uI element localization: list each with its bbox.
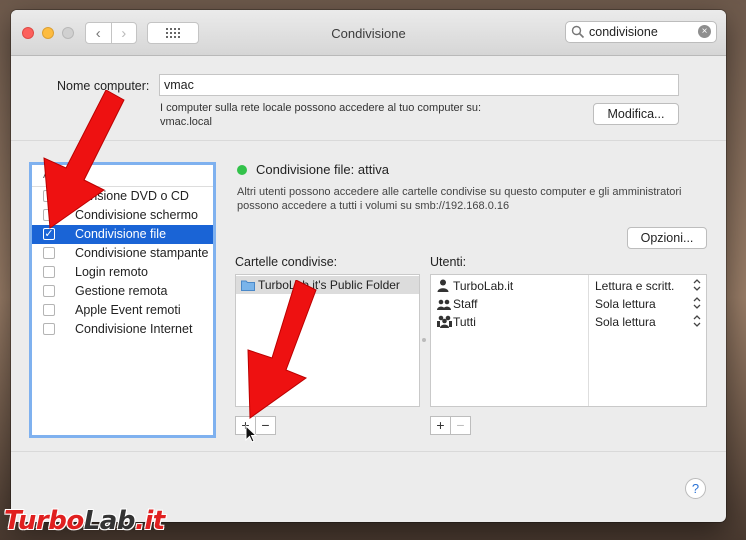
service-label: Login remoto [75, 265, 148, 279]
everyone-icon [437, 315, 452, 328]
computer-name-input[interactable]: vmac [159, 74, 679, 96]
user-row[interactable]: Staff Sola lettura [431, 295, 706, 313]
network-info: I computer sulla rete locale possono acc… [160, 101, 481, 129]
user-name: Staff [453, 297, 478, 311]
sharing-window: ‹ › Condivisione condivisione × Nome com… [11, 10, 726, 522]
clear-search-icon[interactable]: × [698, 25, 711, 38]
add-user-button[interactable]: + [431, 417, 450, 434]
user-name: TurboLab.it [453, 279, 514, 293]
service-label: Condivisione stampante [75, 246, 209, 260]
chevron-updown-icon[interactable] [693, 296, 701, 310]
users-list[interactable]: TurboLab.it Lettura e scritt. Staff Sola… [430, 274, 707, 407]
split-handle[interactable] [422, 338, 426, 342]
sharing-description: Altri utenti possono accedere alle carte… [237, 185, 707, 213]
status-text: Condivisione file: attiva [256, 162, 389, 177]
shared-folders-header: Cartelle condivise: [235, 255, 338, 269]
status-indicator [237, 165, 247, 175]
user-permission[interactable]: Sola lettura [595, 315, 656, 329]
service-checkbox[interactable] [43, 323, 55, 335]
service-label: Apple Event remoti [75, 303, 181, 317]
user-row[interactable]: Tutti Sola lettura [431, 313, 706, 331]
edit-button[interactable]: Modifica... [593, 103, 679, 125]
users-header: Utenti: [430, 255, 467, 269]
titlebar: ‹ › Condivisione condivisione × [11, 10, 726, 56]
users-add-remove: + − [430, 416, 471, 435]
user-row[interactable]: TurboLab.it Lettura e scritt. [431, 277, 706, 295]
chevron-updown-icon[interactable] [693, 314, 701, 328]
service-item[interactable]: Login remoto [32, 263, 213, 282]
help-button[interactable]: ? [685, 478, 706, 499]
network-info-line2: vmac.local [160, 116, 212, 128]
user-icon [437, 279, 449, 292]
service-item[interactable]: Gestione remota [32, 282, 213, 301]
service-label: Gestione remota [75, 284, 168, 298]
service-item[interactable]: Apple Event remoti [32, 301, 213, 320]
search-icon [571, 25, 585, 39]
watermark-logo: TurboLab.it [4, 506, 165, 536]
service-item[interactable]: Condivisione Internet [32, 320, 213, 339]
service-item[interactable]: Condivisione stampante [32, 244, 213, 263]
user-name: Tutti [453, 315, 476, 329]
service-checkbox[interactable] [43, 304, 55, 316]
service-checkbox[interactable] [43, 247, 55, 259]
search-field[interactable]: condivisione × [565, 21, 717, 43]
network-info-line1: I computer sulla rete locale possono acc… [160, 102, 482, 114]
service-label: Condivisione Internet [75, 322, 193, 336]
divider [11, 451, 726, 452]
options-button[interactable]: Opzioni... [627, 227, 707, 249]
chevron-updown-icon[interactable] [693, 278, 701, 292]
service-checkbox[interactable] [43, 285, 55, 297]
arrow-annotation-icon [247, 280, 317, 419]
group-icon [437, 299, 451, 310]
description-line1: Altri utenti possono accedere alle carte… [237, 186, 682, 198]
user-permission[interactable]: Sola lettura [595, 297, 656, 311]
cursor-icon [245, 425, 257, 443]
service-checkbox[interactable] [43, 266, 55, 278]
description-line2: possono accedere a tutti i volumi su smb… [237, 200, 510, 212]
remove-user-button[interactable]: − [450, 417, 470, 434]
arrow-annotation-icon [43, 90, 125, 229]
user-permission[interactable]: Lettura e scritt. [595, 279, 674, 293]
search-input[interactable]: condivisione [589, 25, 658, 39]
